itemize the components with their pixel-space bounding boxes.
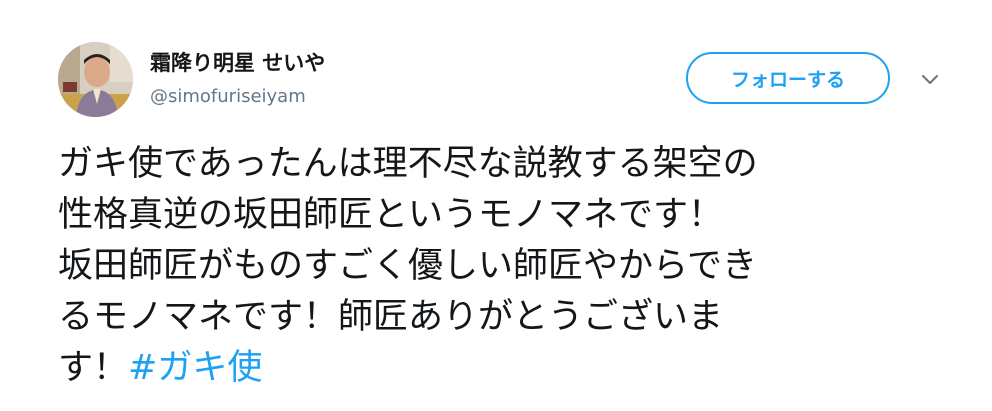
tweet-card: 霜降り明星 せいや @simofuriseiyam フォローする ガキ使であった…	[0, 0, 992, 411]
screen-name[interactable]: @simofuriseiyam	[150, 86, 306, 107]
hashtag-link[interactable]: #ガキ使	[128, 348, 262, 388]
avatar[interactable]	[58, 42, 133, 117]
follow-button[interactable]: フォローする	[686, 52, 890, 104]
chevron-down-icon	[922, 75, 938, 84]
display-name[interactable]: 霜降り明星 せいや	[150, 47, 325, 77]
more-menu-button[interactable]	[918, 68, 942, 92]
avatar-image	[58, 42, 133, 117]
tweet-text: ガキ使であったんは理不尽な説教する架空の 性格真逆の坂田師匠というモノマネです！…	[58, 139, 958, 394]
